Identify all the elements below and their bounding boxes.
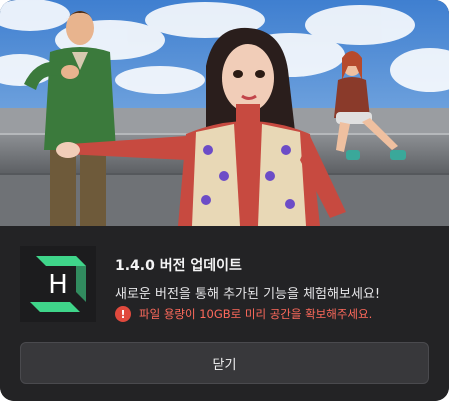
dialog-title: 1.4.0 버전 업데이트 [115, 258, 242, 274]
storage-warning: ! 파일 용량이 10GB로 미리 공간을 확보해주세요. [115, 306, 372, 322]
dialog-description: 새로운 버전을 통해 추가된 기능을 체험해보세요! [115, 287, 381, 302]
dialog-panel: H 1.4.0 버전 업데이트 새로운 버전을 통해 추가된 기능을 체험해보세… [0, 226, 449, 401]
app-logo-icon: H [20, 246, 96, 322]
update-dialog: H 1.4.0 버전 업데이트 새로운 버전을 통해 추가된 기능을 체험해보세… [0, 0, 449, 401]
warning-text: 파일 용량이 10GB로 미리 공간을 확보해주세요. [139, 307, 373, 321]
app-logo-letter: H [48, 270, 68, 300]
close-button[interactable]: 닫기 [20, 342, 429, 384]
hero-illustration [0, 0, 449, 226]
exclamation-icon: ! [115, 306, 131, 322]
